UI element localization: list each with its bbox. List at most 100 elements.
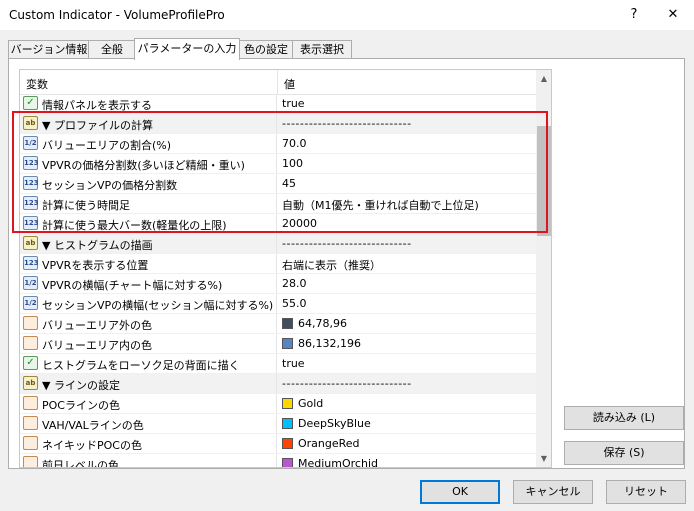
- table-row[interactable]: 1/2 セッションVPの横幅(セッション幅に対する%) 55.0: [20, 294, 536, 314]
- row-value-cell[interactable]: 自動（M1優先・重ければ自動で上位足): [278, 194, 536, 213]
- table-row[interactable]: ab ▼ ヒストグラムの描画 ---------------------------…: [20, 234, 536, 254]
- table-row[interactable]: 1/2 VPVRの横幅(チャート幅に対する%) 28.0: [20, 274, 536, 294]
- vertical-scrollbar[interactable]: ▲ ▼: [536, 70, 551, 467]
- row-name: セッションVPの横幅(セッション幅に対する%): [42, 299, 274, 312]
- color-swatch[interactable]: [282, 458, 293, 467]
- row-value-cell[interactable]: OrangeRed: [278, 434, 536, 453]
- row-value-cell[interactable]: 28.0: [278, 274, 536, 293]
- double-fraction-icon: 1/2: [23, 276, 38, 290]
- row-name-cell: 前日レベルの色: [20, 454, 277, 467]
- color-swatch[interactable]: [282, 418, 293, 429]
- double-fraction-icon: 1/2: [23, 296, 38, 310]
- row-value: OrangeRed: [298, 437, 360, 450]
- string-ab-icon: ab: [23, 376, 38, 390]
- table-row[interactable]: 123 計算に使う最大バー数(軽量化の上限) 20000: [20, 214, 536, 234]
- row-value-cell[interactable]: -----------------------------: [278, 374, 536, 393]
- row-value: -----------------------------: [282, 237, 412, 250]
- row-value-cell[interactable]: DeepSkyBlue: [278, 414, 536, 433]
- string-ab-icon: ab: [23, 116, 38, 130]
- row-value: 20000: [282, 217, 317, 230]
- table-row[interactable]: ✓ ヒストグラムをローソク足の背面に描く true: [20, 354, 536, 374]
- help-button[interactable]: ?: [617, 3, 651, 27]
- scroll-down-icon[interactable]: ▼: [536, 450, 551, 467]
- row-name-cell: ab ▼ ラインの設定: [20, 374, 277, 393]
- row-value-cell[interactable]: Gold: [278, 394, 536, 413]
- tab-label: パラメーターの入力: [137, 42, 237, 55]
- row-value-cell[interactable]: 45: [278, 174, 536, 193]
- color-swatch[interactable]: [282, 318, 293, 329]
- row-name: VAH/VALラインの色: [42, 419, 144, 432]
- table-row[interactable]: ab ▼ ラインの設定 -----------------------------: [20, 374, 536, 394]
- tab-label: 色の設定: [244, 43, 288, 56]
- color-swatch[interactable]: [282, 438, 293, 449]
- table-row[interactable]: ab ▼ プロファイルの計算 ---------------------------…: [20, 114, 536, 134]
- row-name: VPVRを表示する位置: [42, 259, 149, 272]
- row-name: ▼ ラインの設定: [42, 379, 120, 392]
- tab-parameters[interactable]: パラメーターの入力: [134, 38, 240, 60]
- table-row[interactable]: 123 計算に使う時間足 自動（M1優先・重ければ自動で上位足): [20, 194, 536, 214]
- table-row[interactable]: 123 セッションVPの価格分割数 45: [20, 174, 536, 194]
- row-name-cell: POCラインの色: [20, 394, 277, 413]
- row-value-cell[interactable]: 右端に表示（推奨）: [278, 254, 536, 273]
- row-value-cell[interactable]: true: [278, 94, 536, 113]
- color-palette-icon: [23, 416, 38, 430]
- row-value-cell[interactable]: 55.0: [278, 294, 536, 313]
- row-name-cell: ab ▼ ヒストグラムの描画: [20, 234, 277, 253]
- tab-version-info[interactable]: バージョン情報: [8, 40, 90, 59]
- tab-label: バージョン情報: [10, 43, 88, 56]
- table-row[interactable]: ✓ 情報パネルを表示する true: [20, 94, 536, 114]
- header-divider[interactable]: [277, 70, 278, 94]
- table-row[interactable]: 123 VPVRの価格分割数(多いほど精細・重い) 100: [20, 154, 536, 174]
- tab-general[interactable]: 全般: [88, 40, 136, 59]
- load-button[interactable]: 読み込み (L): [564, 406, 684, 430]
- row-value: 45: [282, 177, 296, 190]
- tab-colors[interactable]: 色の設定: [238, 40, 294, 59]
- table-row[interactable]: バリューエリア外の色 64,78,96: [20, 314, 536, 334]
- column-header-variable[interactable]: 変数: [26, 76, 48, 92]
- row-name-cell: 123 VPVRを表示する位置: [20, 254, 277, 273]
- table-row[interactable]: ネイキッドPOCの色 OrangeRed: [20, 434, 536, 454]
- integer-123-icon: 123: [23, 216, 39, 230]
- row-value-cell[interactable]: -----------------------------: [278, 234, 536, 253]
- color-swatch[interactable]: [282, 398, 293, 409]
- close-button[interactable]: ✕: [656, 3, 690, 27]
- row-name: バリューエリア外の色: [42, 319, 152, 332]
- row-name: ▼ プロファイルの計算: [42, 119, 153, 132]
- row-value-cell[interactable]: 86,132,196: [278, 334, 536, 353]
- ok-button[interactable]: OK: [420, 480, 500, 504]
- row-value-cell[interactable]: 64,78,96: [278, 314, 536, 333]
- row-value: 自動（M1優先・重ければ自動で上位足): [282, 199, 479, 212]
- row-value-cell[interactable]: 100: [278, 154, 536, 173]
- grid-header: 変数 値: [20, 70, 536, 95]
- table-row[interactable]: 前日レベルの色 MediumOrchid: [20, 454, 536, 467]
- table-row[interactable]: バリューエリア内の色 86,132,196: [20, 334, 536, 354]
- tab-label: 全般: [101, 43, 123, 56]
- table-row[interactable]: 123 VPVRを表示する位置 右端に表示（推奨）: [20, 254, 536, 274]
- tab-label: 表示選択: [300, 43, 344, 56]
- scrollbar-thumb[interactable]: [537, 126, 551, 236]
- table-row[interactable]: VAH/VALラインの色 DeepSkyBlue: [20, 414, 536, 434]
- row-value: 86,132,196: [298, 337, 361, 350]
- row-value-cell[interactable]: MediumOrchid: [278, 454, 536, 467]
- table-row[interactable]: 1/2 バリューエリアの割合(%) 70.0: [20, 134, 536, 154]
- row-name-cell: ✓ 情報パネルを表示する: [20, 94, 277, 113]
- row-name: バリューエリア内の色: [42, 339, 152, 352]
- column-header-value[interactable]: 値: [284, 76, 295, 92]
- row-value-cell[interactable]: -----------------------------: [278, 114, 536, 133]
- color-palette-icon: [23, 456, 38, 467]
- cancel-button[interactable]: キャンセル: [513, 480, 593, 504]
- tab-visualization[interactable]: 表示選択: [292, 40, 352, 59]
- row-value-cell[interactable]: true: [278, 354, 536, 373]
- save-button[interactable]: 保存 (S): [564, 441, 684, 465]
- row-value-cell[interactable]: 20000: [278, 214, 536, 233]
- row-value-cell[interactable]: 70.0: [278, 134, 536, 153]
- reset-button[interactable]: リセット: [606, 480, 686, 504]
- row-name: バリューエリアの割合(%): [42, 139, 172, 152]
- row-name-cell: 1/2 VPVRの横幅(チャート幅に対する%): [20, 274, 277, 293]
- row-name: 情報パネルを表示する: [42, 99, 152, 112]
- row-name: ネイキッドPOCの色: [42, 439, 142, 452]
- table-row[interactable]: POCラインの色 Gold: [20, 394, 536, 414]
- scroll-up-icon[interactable]: ▲: [536, 70, 551, 87]
- row-name-cell: バリューエリア内の色: [20, 334, 277, 353]
- color-swatch[interactable]: [282, 338, 293, 349]
